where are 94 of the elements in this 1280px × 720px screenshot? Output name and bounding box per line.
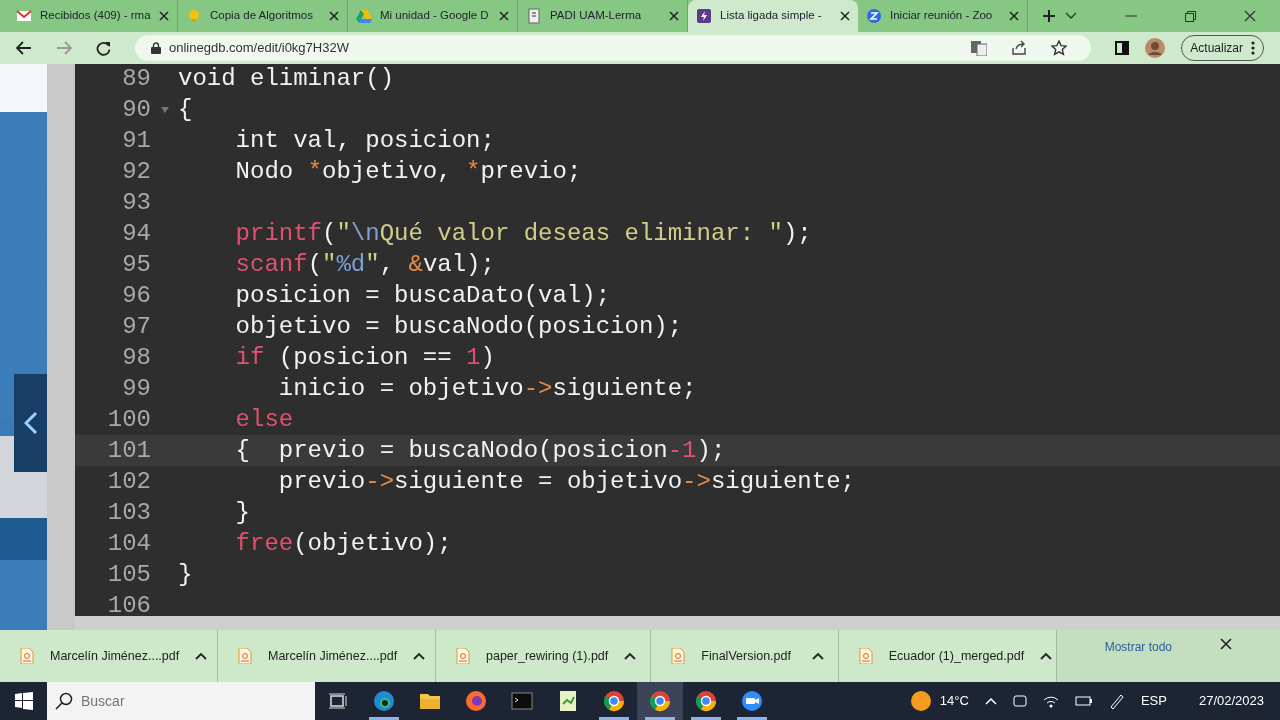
pen-icon[interactable] xyxy=(1108,693,1125,709)
line-number: 99 xyxy=(122,375,151,402)
language-indicator[interactable]: ESP xyxy=(1140,691,1167,711)
line-number: 90 xyxy=(122,96,151,123)
video-call-icon xyxy=(741,690,763,712)
line-number: 91 xyxy=(122,127,151,154)
windows-icon xyxy=(14,692,33,710)
file-icon xyxy=(20,648,34,664)
close-icon[interactable] xyxy=(329,11,339,21)
code-line: void eliminar() xyxy=(178,65,395,92)
code-line: scanf("%d", &val); xyxy=(234,251,495,278)
code-line: inicio = objetivo->siguiente; xyxy=(277,375,697,402)
file-icon xyxy=(671,648,686,664)
close-icon[interactable] xyxy=(159,11,169,21)
caret-up-icon[interactable] xyxy=(811,652,824,660)
restore-icon[interactable] xyxy=(1185,10,1196,22)
browser-icon xyxy=(373,690,395,712)
wifi-icon[interactable] xyxy=(1042,694,1059,708)
avatar-icon[interactable] xyxy=(1145,38,1166,58)
code-line: Nodo *objetivo, *previo; xyxy=(234,158,582,185)
address-bar[interactable]: onlinegdb.com/edit/i0kg7H32W xyxy=(135,35,1092,61)
reload-icon[interactable] xyxy=(96,40,111,56)
line-number: 101 xyxy=(107,437,151,464)
close-icon[interactable] xyxy=(1220,638,1232,650)
caret-up-icon[interactable] xyxy=(413,652,426,660)
file-icon xyxy=(456,648,470,664)
collapse-button[interactable] xyxy=(14,374,47,472)
line-number: 100 xyxy=(107,406,151,433)
scrollbar[interactable] xyxy=(75,616,1280,630)
close-icon[interactable] xyxy=(1244,10,1256,22)
battery-icon[interactable] xyxy=(1074,695,1093,707)
star-icon[interactable] xyxy=(1051,40,1068,56)
weather-temperature: 14°C xyxy=(939,692,969,711)
close-icon[interactable] xyxy=(499,11,509,21)
translate-icon[interactable] xyxy=(971,40,988,56)
code-line: free(objetivo); xyxy=(234,530,452,557)
share-icon[interactable] xyxy=(1011,40,1028,56)
lock-icon xyxy=(151,42,161,54)
triangle-icon xyxy=(356,8,372,24)
line-number: 92 xyxy=(122,158,151,185)
line-number: 89 xyxy=(122,65,151,92)
line-number: 104 xyxy=(107,530,151,557)
sidebar-icon[interactable] xyxy=(1115,41,1130,55)
clock-date[interactable]: 27/02/2023 xyxy=(1198,691,1264,711)
new-tab-icon[interactable] xyxy=(1042,9,1056,23)
code-line: if (posicion == 1) xyxy=(234,344,495,371)
show-all-link[interactable]: Mostrar todo xyxy=(1104,638,1172,656)
code-line: objetivo = buscaNodo(posicion); xyxy=(234,313,683,340)
line-number: 106 xyxy=(107,592,151,619)
more-icon[interactable] xyxy=(1251,41,1255,55)
close-icon[interactable] xyxy=(669,11,679,21)
code-line: { previo = buscaNodo(posicion-1); xyxy=(234,437,726,464)
line-number: 93 xyxy=(122,189,151,216)
caret-up-icon[interactable] xyxy=(1040,652,1053,660)
bulb-icon xyxy=(186,8,202,24)
lightning-icon xyxy=(696,8,712,24)
task-view-icon xyxy=(329,693,347,709)
code-line: } xyxy=(178,561,193,588)
caret-up-icon[interactable] xyxy=(195,652,208,660)
line-number: 94 xyxy=(122,220,151,247)
line-number: 96 xyxy=(122,282,151,309)
code-line: posicion = buscaDato(val); xyxy=(234,282,611,309)
line-number: 98 xyxy=(122,344,151,371)
line-number: 103 xyxy=(107,499,151,526)
code-line: int val, posicion; xyxy=(234,127,495,154)
code-line: } xyxy=(234,499,250,526)
caret-up-icon[interactable] xyxy=(624,652,637,660)
code-line: previo->siguiente = objetivo->siguiente; xyxy=(277,468,855,495)
file-icon xyxy=(238,648,252,664)
browser-tab[interactable]: Lista ligada simple - xyxy=(688,0,858,32)
line-number: 105 xyxy=(107,561,151,588)
line-number: 95 xyxy=(122,251,151,278)
terminal-icon xyxy=(511,690,533,712)
notepad-icon xyxy=(557,690,579,712)
search-icon xyxy=(55,692,73,710)
search-input[interactable]: Buscar xyxy=(81,690,281,712)
sun-icon xyxy=(909,690,932,712)
code-line: else xyxy=(234,406,294,433)
code-line: printf("\nQué valor deseas eliminar: "); xyxy=(234,220,812,247)
close-icon[interactable] xyxy=(840,11,850,21)
line-number: 102 xyxy=(107,468,151,495)
code-line: { xyxy=(178,96,193,123)
url-field[interactable]: onlinegdb.com/edit/i0kg7H32W xyxy=(169,38,964,58)
search-field[interactable]: Buscar xyxy=(47,682,315,720)
file-icon xyxy=(858,648,873,664)
chevron-left-icon xyxy=(23,411,38,435)
document-icon xyxy=(526,8,542,24)
back-icon[interactable] xyxy=(16,41,32,55)
line-number: 97 xyxy=(122,313,151,340)
fold-arrow-icon[interactable] xyxy=(161,107,169,113)
mail-icon xyxy=(16,8,32,24)
chevron-down-icon[interactable] xyxy=(1065,12,1077,20)
close-icon[interactable] xyxy=(1009,11,1019,21)
camera-icon[interactable] xyxy=(1012,693,1027,709)
